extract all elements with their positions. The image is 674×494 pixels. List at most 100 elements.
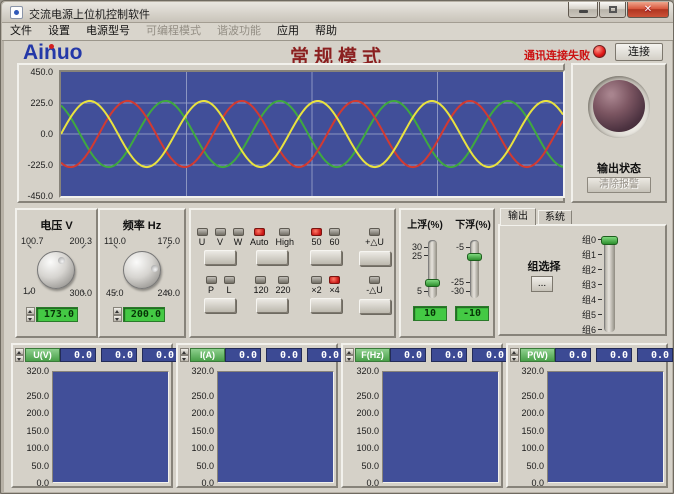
meter-axis-tick: 0.0: [15, 478, 49, 488]
led-item: +△U: [365, 228, 384, 248]
float-slider-label: 上浮(%): [403, 216, 447, 231]
menu-item[interactable]: 应用: [269, 23, 307, 40]
slider-tick: -30: [441, 286, 470, 296]
group-tick-dash: [598, 284, 602, 285]
slider-handle[interactable]: [425, 279, 440, 287]
meter-axis-tick: 250.0: [510, 391, 544, 401]
frequency-spinner[interactable]: [113, 307, 122, 322]
control-group: 5060: [299, 228, 352, 265]
minimize-button[interactable]: [568, 2, 598, 18]
meter-spinner[interactable]: [180, 348, 189, 362]
output-status-sphere-icon[interactable]: [593, 80, 645, 132]
meter-panel-meter-frequency: F(Hz)0.00.00.0320.0250.0200.0150.0100.05…: [341, 343, 503, 488]
group-slider-track[interactable]: [604, 236, 615, 332]
meter-value-display: 0.0: [637, 348, 673, 362]
voltage-spinner[interactable]: [26, 307, 35, 322]
voltage-value-display[interactable]: 173.0: [36, 307, 78, 322]
spinner-down-icon[interactable]: [15, 355, 24, 362]
control-group: UVW: [195, 228, 245, 265]
close-icon: ✕: [644, 4, 652, 15]
menu-item[interactable]: 文件: [2, 23, 40, 40]
control-button[interactable]: [204, 298, 236, 313]
control-button[interactable]: [204, 250, 236, 265]
float-value-display[interactable]: 10: [413, 306, 447, 321]
menu-item[interactable]: 帮助: [307, 23, 345, 40]
meter-value-display: 0.0: [390, 348, 426, 362]
title-bar[interactable]: 交流电源上位机控制软件 ✕: [2, 2, 674, 23]
meter-axis-tick: 0.0: [510, 478, 544, 488]
meter-value-display: 0.0: [225, 348, 261, 362]
meter-axis-tick: 0.0: [180, 478, 214, 488]
control-button[interactable]: [310, 298, 342, 313]
meter-axis-tick: 320.0: [180, 366, 214, 376]
spinner-down-icon[interactable]: [180, 355, 189, 362]
control-label: 60: [329, 237, 339, 247]
control-button[interactable]: [256, 298, 288, 313]
control-label: V: [217, 237, 223, 247]
float-value-display[interactable]: -10: [455, 306, 489, 321]
meter-axis-tick: 150.0: [345, 426, 379, 436]
spinner-up-icon[interactable]: [180, 348, 189, 355]
meter-plot: [217, 371, 334, 483]
slider-track[interactable]: [470, 240, 479, 298]
control-button[interactable]: [359, 299, 391, 314]
spinner-down-icon[interactable]: [510, 355, 519, 362]
group-label: 组0: [582, 233, 596, 246]
main-chart-y-axis: 450.0225.00.0-225.0-450.0: [19, 65, 57, 205]
meter-spinner[interactable]: [510, 348, 519, 362]
spinner-up-icon[interactable]: [345, 348, 354, 355]
control-label: 120: [253, 285, 268, 295]
slider-tick-label: 25: [412, 251, 422, 261]
app-icon: [10, 6, 23, 19]
menu-item[interactable]: 设置: [40, 23, 78, 40]
maximize-button[interactable]: [599, 2, 626, 18]
main-axis-tick: -450.0: [27, 191, 53, 201]
meter-value-display: 0.0: [266, 348, 302, 362]
spinner-up-icon[interactable]: [510, 348, 519, 355]
meter-spinner[interactable]: [345, 348, 354, 362]
led-indicator-off: [311, 276, 322, 284]
slider-track[interactable]: [428, 240, 437, 298]
led-indicator-off: [224, 276, 235, 284]
voltage-knob[interactable]: [37, 251, 75, 289]
group-select-button[interactable]: ...: [531, 276, 553, 292]
led-item: U: [197, 228, 208, 247]
connect-button[interactable]: 连接: [615, 43, 663, 61]
control-button[interactable]: [359, 251, 391, 266]
waveform-svg: [61, 72, 563, 196]
group-slider-handle[interactable]: [601, 236, 618, 245]
control-button[interactable]: [256, 250, 288, 265]
meter-spinner[interactable]: [15, 348, 24, 362]
output-status-panel: 输出状态 清除报警: [571, 63, 667, 203]
slider-tick-label: -30: [451, 286, 464, 296]
meter-axis-tick: 100.0: [15, 443, 49, 453]
main-chart-plot: [59, 70, 565, 198]
control-group: PL: [195, 276, 245, 313]
slider-tick: 25: [401, 251, 428, 261]
voltage-knob-dimple: [58, 257, 65, 264]
led-indicator-on: [329, 276, 340, 284]
frequency-value-display[interactable]: 200.0: [123, 307, 165, 322]
frequency-knob[interactable]: [123, 251, 161, 289]
frequency-panel: 频率 Hz 110.0 175.0 45.0 240.0 200.0: [98, 208, 186, 338]
spinner-up-icon[interactable]: [15, 348, 24, 355]
tab-output[interactable]: 输出: [500, 208, 536, 225]
slider-tick-label: 5: [417, 286, 422, 296]
close-button[interactable]: ✕: [627, 2, 669, 18]
control-label: L: [226, 285, 231, 295]
menu-item[interactable]: 电源型号: [78, 23, 138, 40]
led-indicator-off: [329, 228, 340, 236]
meter-axis-tick: 0.0: [345, 478, 379, 488]
clear-alarm-button[interactable]: 清除报警: [587, 177, 651, 193]
tab-system[interactable]: 系统: [538, 210, 572, 225]
meter-axis-tick: 50.0: [345, 461, 379, 471]
control-label: U: [199, 237, 206, 247]
meter-panel-meter-power: P(W)0.00.00.0320.0250.0200.0150.0100.050…: [506, 343, 668, 488]
spinner-down-icon[interactable]: [345, 355, 354, 362]
control-button[interactable]: [310, 250, 342, 265]
slider-handle[interactable]: [467, 253, 482, 261]
meter-axis-tick: 200.0: [345, 408, 379, 418]
meter-value-display: 0.0: [596, 348, 632, 362]
control-group: +△U: [353, 228, 396, 266]
control-group: 120220: [246, 276, 298, 313]
